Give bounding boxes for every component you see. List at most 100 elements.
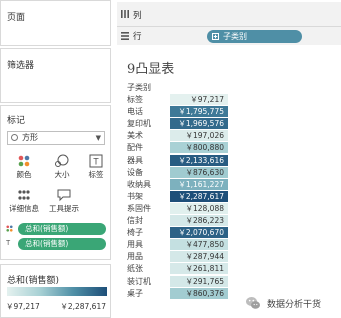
columns-label: 列: [133, 11, 142, 21]
label-encoding-icon: T: [6, 240, 11, 247]
row-header[interactable]: 复印机: [127, 118, 151, 130]
row-header[interactable]: 电话: [127, 106, 143, 118]
filters-shelf[interactable]: 筛选器: [0, 48, 111, 103]
table-row[interactable]: 装订机 ￥291,765: [127, 275, 231, 288]
marks-title: 标记: [7, 116, 26, 126]
value-cell[interactable]: ￥2,287,617: [170, 190, 228, 202]
row-header[interactable]: 用品: [127, 251, 143, 263]
size-button[interactable]: 大小: [47, 152, 77, 184]
row-header[interactable]: 系固件: [127, 203, 151, 215]
legend-min-label: ￥97,217: [6, 302, 40, 311]
row-header[interactable]: 装订机: [127, 276, 151, 288]
label-measure-pill[interactable]: 总和(销售额): [18, 238, 106, 250]
value-cell[interactable]: ￥286,223: [170, 215, 228, 226]
color-button[interactable]: 颜色: [9, 152, 39, 184]
size-icon: [55, 154, 69, 167]
expand-plus-icon: [212, 33, 219, 40]
wechat-logo-icon: [246, 297, 260, 309]
chevron-down-icon: ▼: [95, 134, 101, 142]
row-header[interactable]: 桌子: [127, 288, 143, 300]
value-cell[interactable]: ￥128,088: [170, 202, 228, 214]
row-header[interactable]: 纸张: [127, 263, 143, 275]
size-button-label: 大小: [54, 170, 70, 179]
label-button[interactable]: T 标签: [81, 152, 111, 184]
color-legend[interactable]: 总和(销售额) ￥97,217 ￥2,287,617: [0, 264, 111, 318]
svg-text:T: T: [93, 157, 99, 167]
value-cell[interactable]: ￥860,376: [170, 287, 228, 299]
color-dots-icon: [18, 155, 30, 167]
value-cell[interactable]: ￥1,795,775: [170, 106, 228, 118]
table-row[interactable]: 纸张 ￥261,811: [127, 263, 231, 275]
filters-title: 筛选器: [7, 61, 35, 71]
value-cell[interactable]: ￥287,944: [170, 251, 228, 263]
label-T-icon: T: [89, 154, 103, 168]
value-cell[interactable]: ￥2,070,670: [170, 227, 228, 239]
value-cell[interactable]: ￥800,880: [170, 142, 228, 154]
row-pill-label: 子类别: [223, 32, 247, 41]
color-encoding-icon: [6, 225, 13, 234]
table-row[interactable]: 配件 ￥800,880: [127, 142, 231, 154]
worksheet-view: 9凸显表 子类别 标签 ￥97,217 电话 ￥1,795,775 复印机 ￥1,969,…: [117, 46, 341, 318]
square-mark-icon: [11, 134, 18, 141]
row-header[interactable]: 设备: [127, 167, 143, 179]
row-header[interactable]: 用具: [127, 239, 143, 251]
row-header[interactable]: 椅子: [127, 227, 143, 239]
row-header[interactable]: 信封: [127, 215, 143, 227]
row-header[interactable]: 收纳具: [127, 179, 151, 191]
label-button-label: 标签: [88, 170, 104, 179]
value-cell[interactable]: ￥1,161,227: [170, 178, 228, 190]
row-header[interactable]: 器具: [127, 155, 143, 167]
table-row[interactable]: 美术 ￥197,026: [127, 130, 231, 142]
row-header[interactable]: 书架: [127, 191, 143, 203]
pages-title: 页面: [7, 13, 26, 23]
marks-card: 标记 方形 ▼ 颜色 大小 T 标签 详细信息 工具提示 总和(销售额) T 总…: [0, 105, 111, 260]
mark-type-value: 方形: [22, 133, 38, 142]
table-row[interactable]: 书架 ￥2,287,617: [127, 190, 231, 203]
tooltip-button-label: 工具提示: [49, 204, 79, 213]
rows-label: 行: [133, 32, 142, 42]
table-row[interactable]: 收纳具 ￥1,161,227: [127, 178, 231, 191]
table-row[interactable]: 电话 ￥1,795,775: [127, 106, 231, 118]
table-row[interactable]: 桌子 ￥860,376: [127, 287, 231, 300]
value-cell[interactable]: ￥197,026: [170, 130, 228, 142]
legend-title: 总和(销售额): [7, 276, 60, 286]
table-row[interactable]: 椅子 ￥2,070,670: [127, 227, 231, 239]
color-measure-pill[interactable]: 总和(销售额): [18, 223, 106, 235]
table-row[interactable]: 复印机 ￥1,969,576: [127, 118, 231, 130]
value-cell[interactable]: ￥477,850: [170, 239, 228, 251]
value-cell[interactable]: ￥291,765: [170, 275, 228, 287]
value-cell[interactable]: ￥97,217: [170, 94, 228, 105]
detail-button[interactable]: 详细信息: [5, 186, 43, 218]
color-ramp: [7, 287, 107, 296]
subcategory-header[interactable]: 子类别: [127, 82, 151, 93]
sheet-title: 9凸显表: [127, 62, 175, 77]
rows-icon: [121, 32, 129, 40]
watermark: 数据分析干货: [245, 294, 341, 312]
tooltip-bubble-icon: [57, 189, 71, 202]
row-header[interactable]: 美术: [127, 130, 143, 142]
watermark-text: 数据分析干货: [267, 300, 322, 310]
table-row[interactable]: 系固件 ￥128,088: [127, 202, 231, 215]
tooltip-button[interactable]: 工具提示: [45, 186, 83, 218]
color-button-label: 颜色: [16, 170, 32, 179]
table-row[interactable]: 标签 ￥97,217: [127, 94, 231, 106]
columns-shelf[interactable]: 列: [117, 2, 341, 27]
value-cell[interactable]: ￥261,811: [170, 263, 228, 275]
legend-max-label: ￥2,287,617: [60, 302, 106, 311]
value-cell[interactable]: ￥2,133,616: [170, 154, 228, 166]
row-header[interactable]: 配件: [127, 142, 143, 154]
rows-shelf[interactable]: 行 子类别: [117, 27, 341, 45]
value-cell[interactable]: ￥876,630: [170, 166, 228, 178]
value-cell[interactable]: ￥1,969,576: [170, 118, 228, 130]
columns-icon: [121, 10, 129, 18]
row-header[interactable]: 标签: [127, 94, 143, 106]
table-row[interactable]: 用品 ￥287,944: [127, 251, 231, 263]
detail-button-label: 详细信息: [9, 204, 39, 213]
table-row[interactable]: 器具 ￥2,133,616: [127, 154, 231, 167]
table-row[interactable]: 信封 ￥286,223: [127, 215, 231, 227]
subcategory-row-pill[interactable]: 子类别: [207, 30, 302, 43]
table-row[interactable]: 用具 ￥477,850: [127, 239, 231, 251]
table-row[interactable]: 设备 ￥876,630: [127, 166, 231, 179]
mark-type-dropdown[interactable]: 方形 ▼: [7, 131, 105, 145]
pages-shelf[interactable]: 页面: [0, 0, 111, 46]
